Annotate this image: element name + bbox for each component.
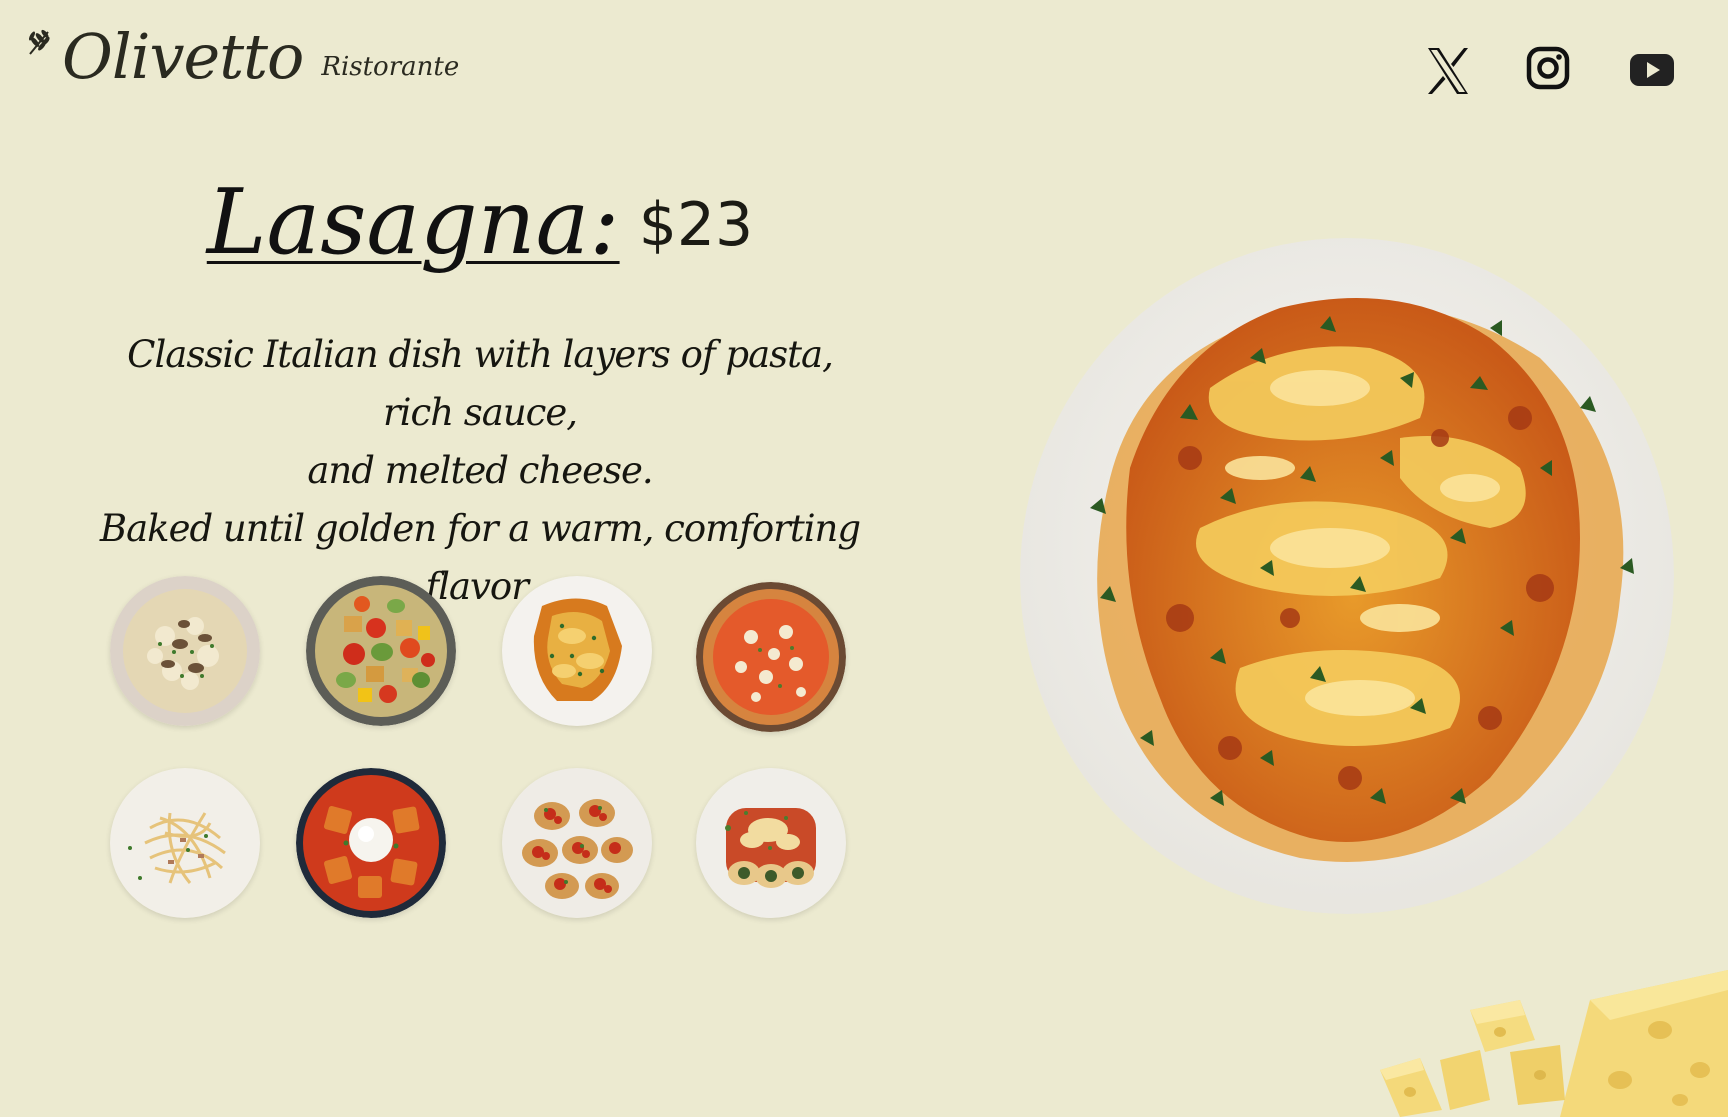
page: Olivetto Ristorante Lasagna: $23 Classic… xyxy=(0,0,1728,1117)
description-line: Classic Italian dish with layers of past… xyxy=(127,333,834,434)
dish-description: Classic Italian dish with layers of past… xyxy=(90,326,870,616)
thumbnail-panzanella[interactable] xyxy=(306,576,456,726)
thumbnail-pizza[interactable] xyxy=(696,582,846,732)
thumbnail-lasagna[interactable] xyxy=(502,576,652,726)
thumbnail-cannelloni[interactable] xyxy=(696,768,846,918)
dish-name: Lasagna: xyxy=(206,170,620,275)
thumbnail-ravioli[interactable] xyxy=(296,768,446,918)
thumbnail-carbonara[interactable] xyxy=(110,768,260,918)
social-links xyxy=(0,46,1728,98)
hero-dish-image xyxy=(1020,238,1674,914)
thumbnail-bruschetta[interactable] xyxy=(502,768,652,918)
thumbnail-risotto[interactable] xyxy=(110,576,260,726)
instagram-icon[interactable] xyxy=(1526,46,1570,90)
x-icon[interactable] xyxy=(1424,46,1472,96)
youtube-icon[interactable] xyxy=(1628,46,1676,94)
dish-price: $23 xyxy=(638,190,754,260)
description-line: and melted cheese. xyxy=(307,449,653,492)
dish-title: Lasagna: $23 xyxy=(110,168,850,278)
cheese-decoration xyxy=(1380,970,1728,1117)
